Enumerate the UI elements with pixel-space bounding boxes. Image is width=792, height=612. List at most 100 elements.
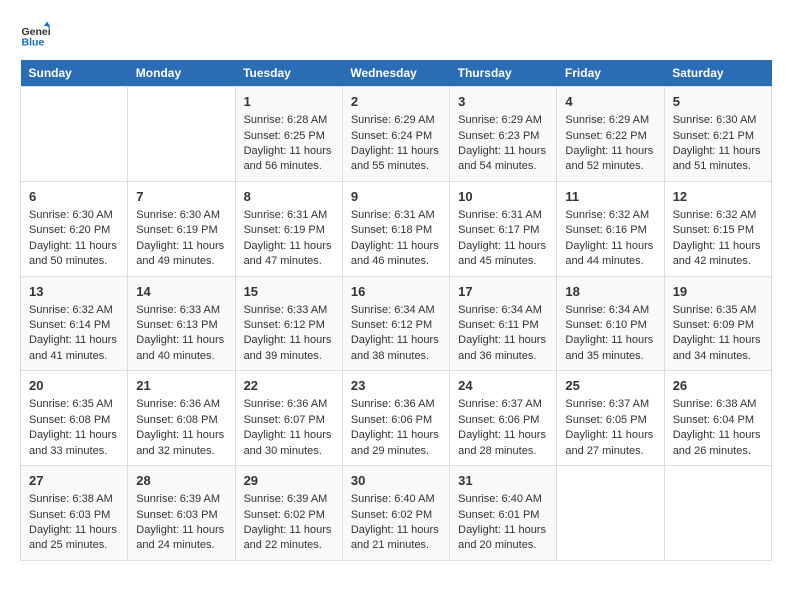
calendar-cell: 9 Sunrise: 6:31 AM Sunset: 6:18 PM Dayli… [342, 181, 449, 276]
calendar-cell: 17 Sunrise: 6:34 AM Sunset: 6:11 PM Dayl… [450, 276, 557, 371]
daylight: Daylight: 11 hours and 33 minutes. [29, 429, 117, 456]
calendar-cell: 11 Sunrise: 6:32 AM Sunset: 6:16 PM Dayl… [557, 181, 664, 276]
daylight: Daylight: 11 hours and 34 minutes. [673, 334, 761, 361]
daylight: Daylight: 11 hours and 56 minutes. [244, 145, 332, 172]
daylight: Daylight: 11 hours and 41 minutes. [29, 334, 117, 361]
daylight: Daylight: 11 hours and 32 minutes. [136, 429, 224, 456]
calendar-cell: 22 Sunrise: 6:36 AM Sunset: 6:07 PM Dayl… [235, 371, 342, 466]
header-saturday: Saturday [664, 60, 771, 87]
sunrise: Sunrise: 6:34 AM [565, 304, 649, 316]
sunrise: Sunrise: 6:34 AM [351, 304, 435, 316]
calendar-cell: 16 Sunrise: 6:34 AM Sunset: 6:12 PM Dayl… [342, 276, 449, 371]
day-number: 1 [244, 93, 334, 111]
sunset: Sunset: 6:06 PM [351, 414, 432, 426]
calendar-cell: 25 Sunrise: 6:37 AM Sunset: 6:05 PM Dayl… [557, 371, 664, 466]
day-number: 25 [565, 377, 655, 395]
daylight: Daylight: 11 hours and 21 minutes. [351, 524, 439, 551]
sunrise: Sunrise: 6:32 AM [565, 209, 649, 221]
daylight: Daylight: 11 hours and 49 minutes. [136, 240, 224, 267]
calendar-cell: 18 Sunrise: 6:34 AM Sunset: 6:10 PM Dayl… [557, 276, 664, 371]
calendar-cell: 27 Sunrise: 6:38 AM Sunset: 6:03 PM Dayl… [21, 466, 128, 561]
calendar-header-row: SundayMondayTuesdayWednesdayThursdayFrid… [21, 60, 772, 87]
daylight: Daylight: 11 hours and 39 minutes. [244, 334, 332, 361]
sunrise: Sunrise: 6:30 AM [673, 114, 757, 126]
header-monday: Monday [128, 60, 235, 87]
daylight: Daylight: 11 hours and 46 minutes. [351, 240, 439, 267]
sunset: Sunset: 6:15 PM [673, 224, 754, 236]
calendar-cell: 26 Sunrise: 6:38 AM Sunset: 6:04 PM Dayl… [664, 371, 771, 466]
sunrise: Sunrise: 6:35 AM [673, 304, 757, 316]
sunset: Sunset: 6:11 PM [458, 319, 539, 331]
sunset: Sunset: 6:20 PM [29, 224, 110, 236]
day-number: 9 [351, 188, 441, 206]
sunset: Sunset: 6:02 PM [244, 509, 325, 521]
daylight: Daylight: 11 hours and 25 minutes. [29, 524, 117, 551]
day-number: 10 [458, 188, 548, 206]
daylight: Daylight: 11 hours and 28 minutes. [458, 429, 546, 456]
sunset: Sunset: 6:16 PM [565, 224, 646, 236]
daylight: Daylight: 11 hours and 44 minutes. [565, 240, 653, 267]
day-number: 22 [244, 377, 334, 395]
sunrise: Sunrise: 6:29 AM [458, 114, 542, 126]
sunset: Sunset: 6:01 PM [458, 509, 539, 521]
day-number: 2 [351, 93, 441, 111]
sunset: Sunset: 6:17 PM [458, 224, 539, 236]
sunrise: Sunrise: 6:37 AM [458, 398, 542, 410]
daylight: Daylight: 11 hours and 38 minutes. [351, 334, 439, 361]
sunrise: Sunrise: 6:32 AM [673, 209, 757, 221]
sunrise: Sunrise: 6:38 AM [29, 493, 113, 505]
daylight: Daylight: 11 hours and 22 minutes. [244, 524, 332, 551]
day-number: 12 [673, 188, 763, 206]
sunset: Sunset: 6:06 PM [458, 414, 539, 426]
day-number: 11 [565, 188, 655, 206]
sunrise: Sunrise: 6:39 AM [244, 493, 328, 505]
day-number: 24 [458, 377, 548, 395]
calendar-cell: 29 Sunrise: 6:39 AM Sunset: 6:02 PM Dayl… [235, 466, 342, 561]
sunset: Sunset: 6:04 PM [673, 414, 754, 426]
calendar-cell: 2 Sunrise: 6:29 AM Sunset: 6:24 PM Dayli… [342, 87, 449, 182]
sunrise: Sunrise: 6:33 AM [136, 304, 220, 316]
sunrise: Sunrise: 6:36 AM [244, 398, 328, 410]
day-number: 8 [244, 188, 334, 206]
day-number: 3 [458, 93, 548, 111]
sunrise: Sunrise: 6:31 AM [458, 209, 542, 221]
calendar-cell: 7 Sunrise: 6:30 AM Sunset: 6:19 PM Dayli… [128, 181, 235, 276]
calendar-cell: 24 Sunrise: 6:37 AM Sunset: 6:06 PM Dayl… [450, 371, 557, 466]
sunset: Sunset: 6:14 PM [29, 319, 110, 331]
calendar-cell: 15 Sunrise: 6:33 AM Sunset: 6:12 PM Dayl… [235, 276, 342, 371]
day-number: 26 [673, 377, 763, 395]
calendar-table: SundayMondayTuesdayWednesdayThursdayFrid… [20, 60, 772, 561]
header-sunday: Sunday [21, 60, 128, 87]
daylight: Daylight: 11 hours and 55 minutes. [351, 145, 439, 172]
sunrise: Sunrise: 6:38 AM [673, 398, 757, 410]
day-number: 6 [29, 188, 119, 206]
sunrise: Sunrise: 6:32 AM [29, 304, 113, 316]
sunset: Sunset: 6:18 PM [351, 224, 432, 236]
sunrise: Sunrise: 6:40 AM [351, 493, 435, 505]
day-number: 16 [351, 283, 441, 301]
day-number: 14 [136, 283, 226, 301]
daylight: Daylight: 11 hours and 29 minutes. [351, 429, 439, 456]
day-number: 31 [458, 472, 548, 490]
calendar-cell: 6 Sunrise: 6:30 AM Sunset: 6:20 PM Dayli… [21, 181, 128, 276]
page-header: General Blue [20, 20, 772, 50]
svg-text:Blue: Blue [22, 37, 45, 49]
sunrise: Sunrise: 6:36 AM [136, 398, 220, 410]
daylight: Daylight: 11 hours and 24 minutes. [136, 524, 224, 551]
sunrise: Sunrise: 6:37 AM [565, 398, 649, 410]
day-number: 5 [673, 93, 763, 111]
sunrise: Sunrise: 6:31 AM [244, 209, 328, 221]
daylight: Daylight: 11 hours and 26 minutes. [673, 429, 761, 456]
sunrise: Sunrise: 6:39 AM [136, 493, 220, 505]
calendar-cell: 5 Sunrise: 6:30 AM Sunset: 6:21 PM Dayli… [664, 87, 771, 182]
day-number: 21 [136, 377, 226, 395]
calendar-week-row: 20 Sunrise: 6:35 AM Sunset: 6:08 PM Dayl… [21, 371, 772, 466]
day-number: 29 [244, 472, 334, 490]
calendar-cell [128, 87, 235, 182]
calendar-cell: 30 Sunrise: 6:40 AM Sunset: 6:02 PM Dayl… [342, 466, 449, 561]
logo-icon: General Blue [20, 20, 50, 50]
sunrise: Sunrise: 6:34 AM [458, 304, 542, 316]
calendar-week-row: 27 Sunrise: 6:38 AM Sunset: 6:03 PM Dayl… [21, 466, 772, 561]
daylight: Daylight: 11 hours and 47 minutes. [244, 240, 332, 267]
sunset: Sunset: 6:12 PM [244, 319, 325, 331]
